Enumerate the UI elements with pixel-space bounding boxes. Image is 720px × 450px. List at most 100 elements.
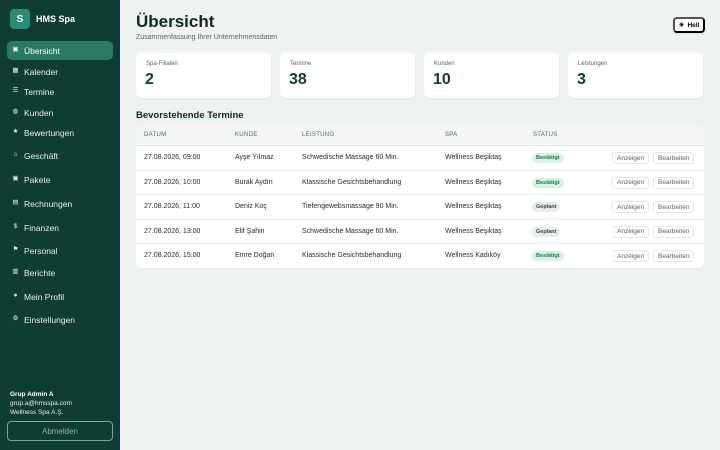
stat-value: 10: [433, 71, 451, 88]
status-badge: Geplant: [532, 226, 561, 237]
sidebar-item-kalender[interactable]: ▦ Kalender: [7, 62, 113, 81]
appointments-table: DATUM KUNDE LEISTUNG SPA STATUS 27.08.2026, …: [136, 126, 704, 268]
cell-date: 27.08.2026, 15:00: [144, 252, 201, 260]
column-header: KUNDE: [235, 132, 258, 138]
user-email: grup.a@hmsspa.com: [10, 400, 72, 407]
app-logo: S: [10, 9, 30, 29]
stat-label: Spa-Filialen: [146, 61, 178, 67]
edit-button[interactable]: Bearbeiten: [653, 176, 695, 189]
column-header: STATUS: [533, 132, 558, 138]
cell-service: Schwedische Massage 60 Min.: [302, 154, 399, 161]
app-name: HMS Spa: [36, 14, 76, 24]
edit-button[interactable]: Bearbeiten: [653, 250, 695, 263]
sidebar-item-label: Berichte: [24, 267, 56, 278]
user-company: Wellness Spa A.Ş.: [10, 409, 64, 416]
sidebar-item-label: Kalender: [24, 66, 59, 77]
cell-service: Klassische Gesichtsbehandlung: [302, 252, 402, 260]
cell-customer: Emre Doğan: [235, 252, 275, 260]
star-icon: ★: [12, 128, 19, 136]
theme-label: Hell: [687, 21, 700, 29]
table-row: 27.08.2026, 10:00 Burak Aydın Klassische G…: [136, 171, 704, 196]
stat-label: Leistungen: [578, 61, 608, 67]
cell-service: Schwedische Massage 60 Min.: [302, 227, 399, 235]
calendar-icon: ▦: [12, 67, 19, 75]
sidebar-item-label: Finanzen: [24, 222, 59, 233]
table-row: 27.08.2026, 11:00 Deniz Koç Tiefengewebsma…: [136, 195, 704, 220]
table-header: DATUM KUNDE LEISTUNG SPA STATUS: [136, 126, 704, 146]
page-title: Übersicht: [136, 12, 215, 31]
theme-toggle-button[interactable]: ☀ Hell: [673, 17, 705, 33]
sidebar-item-label: Einstellungen: [24, 314, 76, 325]
stat-value: 2: [145, 71, 154, 88]
stat-card: Spa-Filialen 2: [136, 53, 271, 98]
cell-date: 27.08.2026, 11:00: [144, 203, 200, 211]
view-button[interactable]: Anzeigen: [612, 225, 650, 238]
column-header: DATUM: [144, 132, 167, 138]
sidebar-item-label: Rechnungen: [24, 198, 73, 209]
view-button[interactable]: Anzeigen: [612, 152, 650, 164]
section-title: Bevorstehende Termine: [136, 110, 244, 121]
status-badge: Bestätigt: [532, 177, 564, 188]
view-button[interactable]: Anzeigen: [612, 250, 650, 263]
edit-button[interactable]: Bearbeiten: [653, 201, 695, 214]
sidebar-item-übersicht[interactable]: ▣ Übersicht: [7, 41, 113, 60]
sidebar-item-pakete[interactable]: ▣ Pakete: [7, 170, 113, 189]
stat-card: Termine 38: [280, 53, 415, 98]
table-row: 27.08.2026, 15:00 Emre Doğan Klassische Ge…: [136, 244, 704, 268]
column-header: LEISTUNG: [302, 132, 335, 138]
sidebar-item-label: Kunden: [24, 107, 54, 118]
status-badge: Geplant: [532, 202, 561, 213]
stat-card: Kunden 10: [424, 53, 559, 98]
cell-spa: Wellness Beşiktaş: [445, 178, 502, 186]
sidebar-item-geschäft[interactable]: ⌂ Geschäft: [7, 146, 113, 165]
cell-date: 27.08.2026, 13:00: [144, 227, 201, 235]
list-icon: ☰: [12, 87, 19, 95]
cell-spa: Wellness Beşiktaş: [445, 227, 502, 235]
cell-service: Klassische Gesichtsbehandlung: [302, 178, 402, 186]
sidebar-item-label: Übersicht: [24, 45, 60, 56]
sidebar-item-bewertungen[interactable]: ★ Bewertungen: [7, 123, 113, 142]
sidebar-item-label: Bewertungen: [24, 127, 75, 138]
sidebar-item-label: Termine: [24, 86, 55, 97]
edit-button[interactable]: Bearbeiten: [653, 152, 695, 164]
flag-icon: ⚑: [12, 246, 19, 254]
cell-date: 27.08.2026, 09:00: [144, 154, 201, 161]
cell-spa: Wellness Beşiktaş: [445, 203, 502, 211]
sidebar-item-termine[interactable]: ☰ Termine: [7, 82, 113, 101]
cell-customer: Deniz Koç: [235, 203, 267, 211]
chart-icon: ▥: [12, 268, 19, 276]
view-button[interactable]: Anzeigen: [612, 201, 650, 214]
stat-label: Termine: [290, 61, 312, 67]
column-header: SPA: [445, 132, 458, 138]
stat-value: 38: [289, 71, 307, 88]
sidebar: S HMS Spa ▣ Übersicht ▦ Kalender ☰ Termine ◍ Ku…: [0, 0, 120, 450]
sidebar-item-berichte[interactable]: ▥ Berichte: [7, 263, 113, 282]
stat-value: 3: [577, 71, 586, 88]
brand[interactable]: S HMS Spa: [10, 9, 75, 29]
sidebar-item-label: Personal: [24, 245, 58, 256]
sidebar-item-personal[interactable]: ⚑ Personal: [7, 241, 113, 260]
cell-customer: Ayşe Yılmaz: [235, 154, 274, 161]
sidebar-item-label: Pakete: [24, 174, 51, 185]
gear-icon: ⚙: [12, 315, 19, 323]
cell-customer: Burak Aydın: [235, 178, 273, 186]
user-info: Grup Admin A grup.a@hmsspa.com Wellness …: [10, 390, 72, 417]
edit-button[interactable]: Bearbeiten: [653, 225, 695, 238]
sidebar-item-rechnungen[interactable]: ▤ Rechnungen: [7, 194, 113, 213]
money-bag-icon: $: [13, 223, 18, 231]
cell-service: Tiefengewebsmassage 90 Min.: [302, 203, 399, 211]
sidebar-item-kunden[interactable]: ◍ Kunden: [7, 103, 113, 122]
page-subtitle: Zusammenfassung Ihrer Unternehmensdaten: [136, 34, 278, 41]
view-button[interactable]: Anzeigen: [612, 176, 650, 189]
sidebar-item-finanzen[interactable]: $ Finanzen: [7, 218, 113, 237]
sidebar-item-mein-profil[interactable]: ● Mein Profil: [7, 287, 113, 306]
users-icon: ◍: [12, 108, 19, 116]
cell-spa: Wellness Beşiktaş: [445, 154, 502, 161]
cell-spa: Wellness Kadıköy: [445, 252, 501, 260]
table-row: 27.08.2026, 09:00 Ayşe Yılmaz Schwedische …: [136, 146, 704, 171]
status-badge: Bestätigt: [532, 153, 564, 163]
sidebar-item-label: Geschäft: [24, 150, 59, 161]
sidebar-item-einstellungen[interactable]: ⚙ Einstellungen: [7, 310, 113, 329]
user-name: Grup Admin A: [10, 391, 54, 398]
logout-button[interactable]: Abmelden: [7, 421, 113, 441]
